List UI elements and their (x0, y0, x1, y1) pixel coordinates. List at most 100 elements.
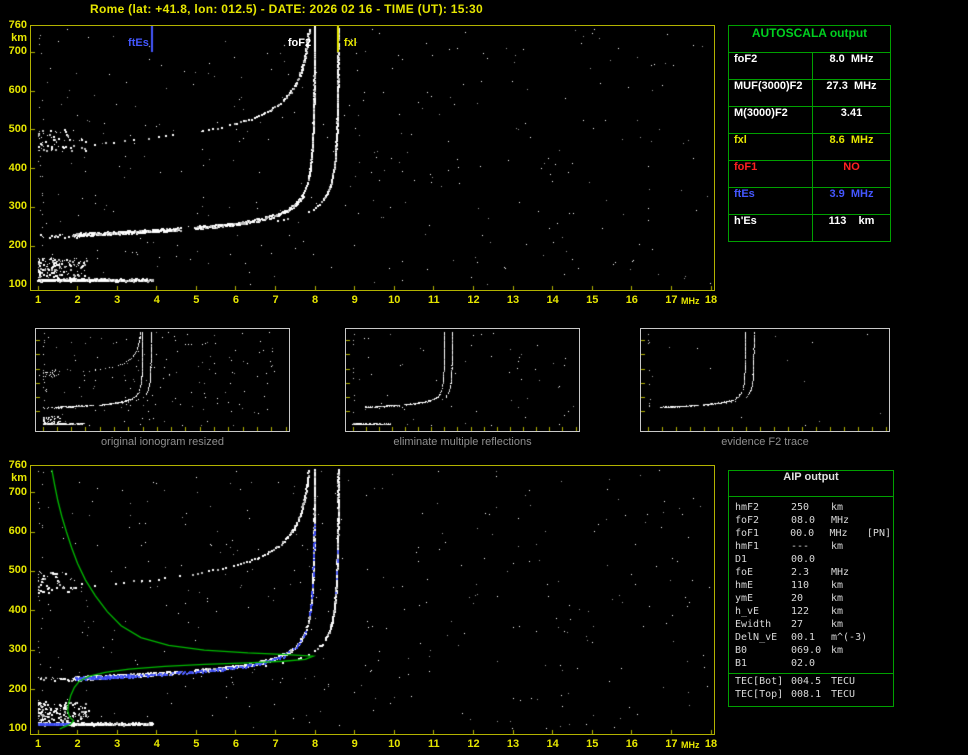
autoscala-row: foF2 8.0 MHz (729, 52, 890, 79)
x-tick-label: 2 (74, 294, 81, 306)
x-tick-label: 16 (625, 294, 638, 306)
ionogram-bottom-plot (30, 465, 715, 735)
aip-table-separator (729, 673, 893, 674)
x-tick-label: 6 (232, 294, 239, 306)
aip-row-extra (869, 676, 891, 689)
y-tick-label: 300 (8, 643, 27, 656)
aip-row-label: foF2 (735, 515, 760, 526)
aip-row-value: 08.0 (791, 515, 816, 526)
x-tick-label: 4 (153, 294, 160, 306)
aip-row-value: 00.0 (790, 528, 815, 539)
aip-row-label: D1 (735, 554, 748, 565)
aip-row: ymE 20 km (735, 593, 891, 606)
aip-row-value: 110 (791, 580, 810, 591)
aip-row-value: 008.1 (791, 689, 822, 700)
autoscala-row-value: 113 km (828, 215, 875, 227)
aip-row-label: TEC[Bot] (735, 676, 784, 687)
y-tick-label: 300 (8, 200, 27, 213)
autoscala-row-value: 8.6 MHz (829, 134, 874, 146)
aip-row: D1 00.0 (735, 554, 891, 567)
autoscala-row-value: NO (843, 161, 860, 173)
autoscala-table-rows: foF2 8.0 MHz MUF(3000)F2 27.3 MHz M(3000)F2 3… (729, 52, 890, 241)
y-tick-label: 600 (8, 84, 27, 97)
y-tick-label: 400 (8, 161, 27, 174)
aip-table-header: AIP output (729, 471, 893, 497)
thumbnail-caption: eliminate multiple reflections (393, 436, 532, 448)
autoscala-output-table: AUTOSCALA output foF2 8.0 MHz MUF(3000)F2 2… (728, 25, 891, 242)
aip-row-extra (869, 619, 891, 632)
aip-row-unit: TECU (831, 676, 856, 687)
x-tick-label: 12 (467, 294, 480, 306)
x-tick-label: 14 (546, 294, 559, 306)
autoscala-row-label: foF1 (729, 161, 813, 187)
thumbnail-1-canvas (36, 329, 289, 431)
x-tick-label: 10 (388, 738, 401, 750)
y-axis-unit-label: km (11, 32, 27, 44)
aip-row-unit: km (831, 580, 844, 591)
x-tick-label: 10 (388, 294, 401, 306)
ionogram-bottom-canvas (31, 466, 714, 734)
ionogram-top-canvas (31, 26, 714, 290)
x-tick-label: 8 (312, 738, 319, 750)
autoscala-row: h'Es 113 km (729, 214, 890, 241)
aip-row-value: 20 (791, 593, 804, 604)
aip-row-unit: km (831, 593, 844, 604)
marker-label-ftEs: ftEs (128, 37, 149, 49)
autoscala-row: fxl 8.6 MHz (729, 133, 890, 160)
aip-row-label: Ewidth (735, 619, 772, 630)
aip-row-unit: km (831, 502, 844, 513)
autoscala-row-value: 8.0 MHz (829, 53, 874, 65)
x-axis-unit-label: MHz (681, 296, 700, 306)
x-tick-label: 7 (272, 738, 279, 750)
aip-row-extra (869, 593, 891, 606)
x-tick-label: 18 (704, 738, 718, 750)
aip-row-extra (869, 689, 891, 702)
x-tick-label: 3 (114, 294, 121, 306)
x-tick-label: 15 (586, 294, 599, 306)
thumbnail-caption: evidence F2 trace (721, 436, 809, 448)
aip-row-unit (831, 658, 869, 671)
x-tick-label: 8 (312, 294, 319, 306)
autoscala-row-label: foF2 (729, 53, 813, 79)
aip-row-extra (869, 515, 891, 528)
thumbnail-3-canvas (641, 329, 889, 431)
autoscala-row-label: h'Es (729, 215, 813, 241)
aip-row-value: 27 (791, 619, 804, 630)
aip-row-value: 00.1 (791, 632, 816, 643)
thumbnail-1 (35, 328, 290, 432)
aip-row-unit: MHz (831, 515, 850, 526)
aip-row: hmE 110 km (735, 580, 891, 593)
x-tick-label: 18 (704, 294, 718, 306)
aip-row-label: foF1 (735, 528, 760, 539)
page-title: Rome (lat: +41.8, lon: 012.5) - DATE: 20… (90, 2, 483, 16)
aip-row-value: 02.0 (791, 658, 816, 669)
aip-row: TEC[Bot] 004.5 TECU (735, 676, 891, 689)
aip-row-label: hmF1 (735, 541, 760, 552)
x-tick-label: 13 (506, 294, 520, 306)
x-tick-label: 11 (428, 294, 440, 306)
aip-row-extra (869, 502, 891, 515)
autoscala-row: MUF(3000)F2 27.3 MHz (729, 79, 890, 106)
aip-table-rows: hmF2 250 km foF2 08.0 MHz foF1 00.0 MHz [PN] hmF1 -… (729, 497, 893, 706)
y-tick-label: 100 (8, 278, 27, 290)
aip-row-label: B1 (735, 658, 748, 669)
autoscala-row-value: 27.3 MHz (826, 80, 877, 92)
x-tick-label: 6 (232, 738, 239, 750)
aip-row-unit: m^(-3) (831, 632, 868, 643)
y-tick-label: 400 (8, 603, 27, 616)
aip-row: foE 2.3 MHz (735, 567, 891, 580)
x-tick-label: 4 (153, 738, 160, 750)
y-axis-max-label: 760 (8, 459, 27, 471)
aip-row-extra (869, 606, 891, 619)
marker-label-foF2: foF2 (287, 37, 312, 49)
x-tick-label: 1 (34, 738, 42, 750)
aip-row: Ewidth 27 km (735, 619, 891, 632)
aip-row-extra (869, 632, 891, 645)
aip-row: h_vE 122 km (735, 606, 891, 619)
thumbnail-2 (345, 328, 580, 432)
aip-row-label: B0 (735, 645, 748, 656)
aip-row-extra (869, 541, 891, 554)
aip-row-extra: [PN] (866, 528, 891, 539)
x-tick-label: 7 (272, 294, 279, 306)
aip-row-unit (831, 554, 869, 567)
